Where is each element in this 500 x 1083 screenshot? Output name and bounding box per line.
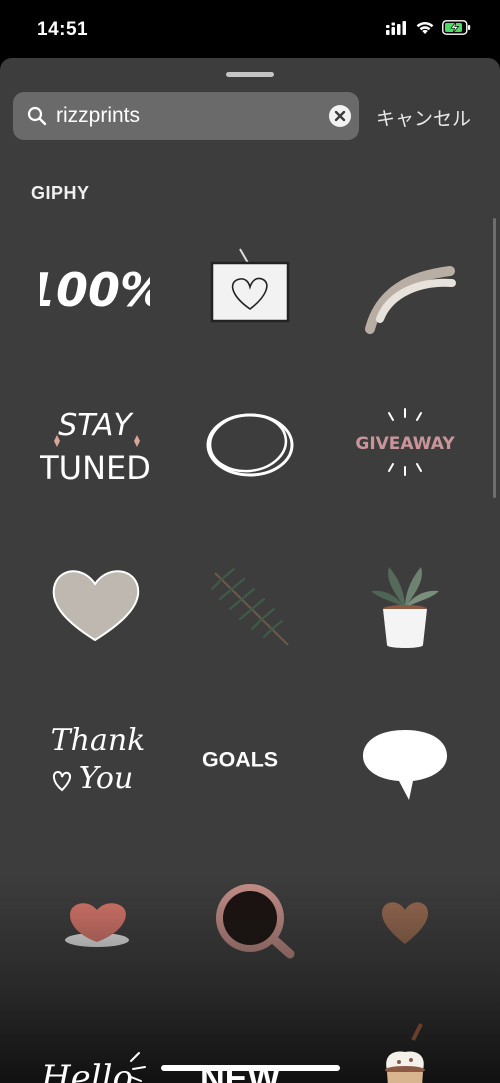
clear-search-button[interactable]: [329, 105, 351, 127]
sticker-goals[interactable]: GOALS: [180, 703, 300, 813]
scroll-indicator[interactable]: [493, 218, 496, 498]
sticker-thank-you[interactable]: Thank You: [35, 703, 155, 813]
new-text: NEW: [200, 1060, 281, 1083]
search-bar[interactable]: [13, 92, 359, 140]
sticker-grey-heart[interactable]: [35, 548, 155, 658]
search-input[interactable]: [56, 92, 326, 140]
cellular-signal-icon: [386, 20, 408, 40]
sticker-heart-frame[interactable]: [190, 236, 310, 346]
sticker-hello[interactable]: Hello: [35, 1018, 155, 1083]
status-icons: [386, 20, 472, 40]
sticker-new[interactable]: NEW: [180, 1018, 300, 1083]
section-title-giphy: GIPHY: [31, 183, 90, 203]
sheet-grabber[interactable]: [226, 72, 274, 77]
giveaway-text: GIVEAWAY: [355, 434, 455, 454]
sticker-pink-heart[interactable]: [35, 863, 155, 973]
search-icon: [27, 106, 47, 131]
sticker-brown-heart[interactable]: [345, 863, 465, 973]
status-bar: 14:51: [0, 0, 500, 58]
sticker-100-text: 100%: [40, 263, 150, 317]
sticker-coffee-cup[interactable]: [190, 863, 310, 973]
sticker-giveaway[interactable]: GIVEAWAY: [345, 388, 465, 498]
sticker-sheet: キャンセル GIPHY 100% STAY TUNED: [0, 58, 500, 1083]
sticker-speech-bubble[interactable]: [345, 703, 465, 813]
stay-tuned-line1: STAY: [58, 408, 134, 443]
home-indicator[interactable]: [161, 1065, 340, 1071]
battery-charging-icon: [442, 20, 472, 40]
sticker-potted-plant[interactable]: [345, 548, 465, 658]
thank-you-line2: You: [79, 761, 134, 796]
sticker-100-percent[interactable]: 100%: [35, 236, 155, 346]
hello-text: Hello: [40, 1058, 133, 1083]
sticker-pine-branch[interactable]: [190, 548, 310, 658]
wifi-icon: [415, 20, 435, 40]
thank-you-line1: Thank: [51, 723, 146, 758]
cancel-button[interactable]: キャンセル: [376, 104, 471, 131]
sticker-brush-strokes[interactable]: [345, 236, 465, 346]
status-time: 14:51: [37, 19, 89, 40]
goals-text: GOALS: [202, 748, 278, 772]
sticker-scribble-circle[interactable]: [190, 388, 310, 498]
close-icon: [334, 110, 346, 122]
stay-tuned-line2: TUNED: [40, 449, 150, 487]
sticker-iced-drink[interactable]: [345, 1018, 465, 1083]
sticker-stay-tuned[interactable]: STAY TUNED: [35, 388, 155, 498]
